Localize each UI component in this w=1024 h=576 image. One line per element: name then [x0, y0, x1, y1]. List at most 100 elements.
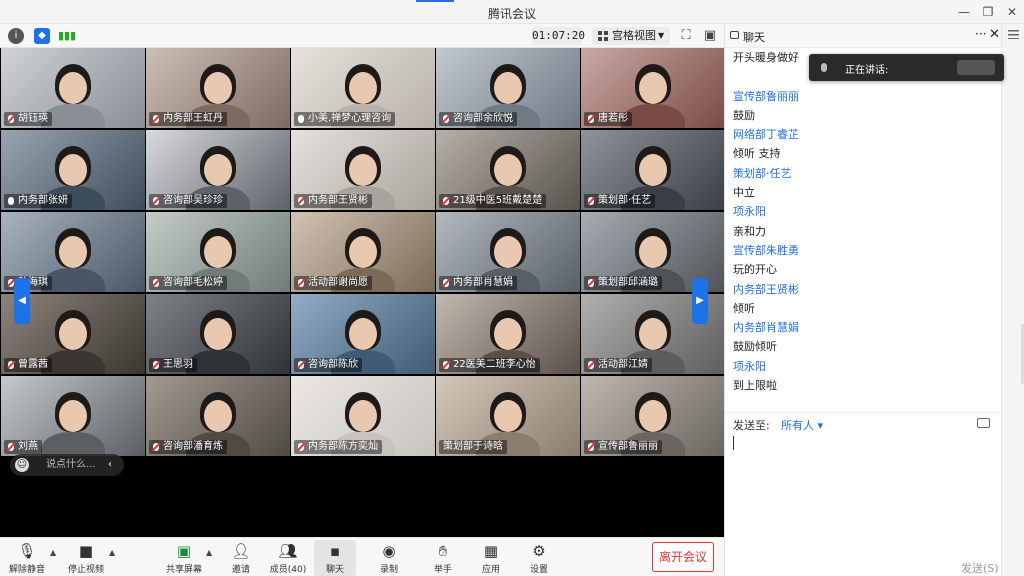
share-options-chevron-icon[interactable]: ▲ — [206, 548, 212, 557]
menu-icon[interactable] — [1008, 30, 1019, 39]
network-signal-icon[interactable]: ▮▮▮ — [58, 28, 76, 44]
close-chat-icon[interactable]: ✕ — [989, 27, 1000, 42]
hand-icon: ✋︎ — [438, 542, 448, 560]
more-options-icon[interactable]: ··· — [975, 27, 986, 41]
members-icon: 👥︎ — [278, 542, 298, 560]
participant-tile[interactable]: 22医美二班李心怡 — [436, 294, 580, 374]
participant-face — [204, 400, 232, 432]
previous-page-button[interactable]: ◀ — [14, 278, 30, 324]
chat-sender-name: 宣传部朱胜勇 — [733, 243, 799, 257]
participant-tile[interactable]: 21级中医5班戴楚楚 — [436, 130, 580, 210]
participant-tile[interactable]: 王思羽 — [146, 294, 290, 374]
participant-name-text: 胡钰瑛 — [18, 113, 48, 124]
bottom-toolbar: 🎙︎ 解除静音 ▲ ■ 停止视频 ▲ ▣ 共享屏幕 ▲ 👤︎ 邀请 👥︎ 成员(… — [0, 537, 724, 576]
participant-tile[interactable]: 咨询部陈欣 — [291, 294, 435, 374]
restore-icon[interactable]: ❐ — [978, 3, 998, 21]
record-button[interactable]: ◉ 录制 — [372, 540, 406, 576]
settings-button[interactable]: ⚙︎ 设置 — [522, 540, 556, 576]
participant-name: 咨询部余欣悦 — [439, 112, 517, 126]
participant-name-text: 策划部于诗晗 — [443, 441, 503, 452]
participant-face — [59, 400, 87, 432]
stop-video-label: 停止视频 — [67, 565, 104, 575]
raise-hand-button[interactable]: ✋︎ 举手 — [426, 540, 460, 576]
participant-tile[interactable]: 策划部·任艺 — [581, 130, 725, 210]
mic-muted-icon — [8, 115, 14, 123]
mic-muted-icon — [443, 197, 449, 205]
participant-tile[interactable]: 活动部谢尚愿 — [291, 212, 435, 292]
emoji-icon[interactable]: ☺ — [15, 458, 29, 472]
mic-muted-icon — [153, 197, 159, 205]
invite-button[interactable]: 👤︎ 邀请 — [226, 540, 256, 576]
participant-tile[interactable]: 小美.禅梦心理咨询 — [291, 48, 435, 128]
participant-name: 王思羽 — [149, 358, 197, 372]
participant-tile[interactable]: 咨询部毛松婷 — [146, 212, 290, 292]
send-to-row: 发送至: 所有人 ▾ — [725, 412, 1001, 436]
grid-view-icon — [598, 31, 608, 41]
mic-muted-icon — [588, 279, 594, 287]
mic-icon — [8, 197, 14, 205]
participant-name-text: 22医美二班李心怡 — [453, 359, 536, 370]
share-screen-button[interactable]: ▣ 共享屏幕 — [162, 540, 206, 576]
participant-name: 策划部于诗晗 — [439, 440, 507, 454]
participant-tile[interactable]: 内务部肖慧娟 — [436, 212, 580, 292]
text-cursor — [733, 436, 734, 450]
leave-meeting-button[interactable]: 离开会议 — [652, 542, 714, 572]
mic-muted-icon — [153, 443, 159, 451]
participant-tile[interactable]: 唐若彤 — [581, 48, 725, 128]
view-mode-button[interactable]: 宫格视图 ▼ — [592, 27, 670, 45]
info-icon[interactable]: i — [8, 28, 24, 44]
participant-tile[interactable]: 宣传部鲁丽丽 — [581, 376, 725, 456]
participant-name: 刘燕 — [4, 440, 42, 454]
participant-name: 内务部张妍 — [4, 194, 72, 208]
apps-button[interactable]: ▦ 应用 — [474, 540, 508, 576]
participant-tile[interactable]: 刘燕 — [1, 376, 145, 456]
chat-button[interactable]: ▪︎ 聊天 — [314, 540, 356, 576]
mic-icon — [821, 63, 827, 72]
mic-muted-icon — [443, 115, 449, 123]
stop-video-button[interactable]: ■ 停止视频 — [64, 540, 108, 576]
members-button[interactable]: 👥︎ 成员(40) — [268, 540, 308, 576]
chat-input[interactable] — [731, 436, 997, 546]
send-to-dropdown[interactable]: 所有人 ▾ — [781, 417, 823, 433]
title-accent — [416, 0, 454, 2]
meeting-timer: 01:07:20 — [532, 27, 585, 45]
mic-muted-icon — [153, 115, 159, 123]
minimize-icon[interactable]: — — [954, 3, 974, 21]
chat-message-text: 到上限啦 — [733, 379, 777, 393]
participant-face — [639, 236, 667, 268]
participant-name-text: 咨询部余欣悦 — [453, 113, 513, 124]
chevron-down-icon: ▼ — [658, 31, 665, 40]
participant-tile[interactable]: 内务部陈方奕灿 — [291, 376, 435, 456]
file-folder-icon[interactable] — [977, 418, 990, 428]
security-shield-icon[interactable]: ◆ — [34, 28, 50, 44]
unmute-button[interactable]: 🎙︎ 解除静音 — [6, 540, 48, 576]
participant-tile[interactable]: 咨询部吴珍珍 — [146, 130, 290, 210]
participant-face — [494, 154, 522, 186]
audio-options-chevron-icon[interactable]: ▲ — [50, 548, 56, 557]
close-window-icon[interactable]: ✕ — [1002, 3, 1022, 21]
video-options-chevron-icon[interactable]: ▲ — [109, 548, 115, 557]
participant-face — [494, 400, 522, 432]
participant-tile[interactable]: 内务部王贤彬 — [291, 130, 435, 210]
participant-tile[interactable]: 胡钰瑛 — [1, 48, 145, 128]
participant-face — [349, 318, 377, 350]
quick-chat-bar[interactable]: ☺ 说点什么... ‹ — [10, 454, 124, 476]
participant-tile[interactable]: 内务部张妍 — [1, 130, 145, 210]
participant-tile[interactable]: 咨询部潘育炼 — [146, 376, 290, 456]
mic-muted-icon — [443, 361, 449, 369]
chat-message-text: 玩的开心 — [733, 263, 777, 277]
fullscreen-icon[interactable]: ⛶ — [678, 28, 694, 44]
participant-name: 咨询部潘育炼 — [149, 440, 227, 454]
participant-name-text: 宣传部鲁丽丽 — [598, 441, 658, 452]
speaker-avatar-blur — [957, 60, 995, 75]
participant-tile[interactable]: 策划部于诗晗 — [436, 376, 580, 456]
send-button[interactable]: 发送(S) — [961, 560, 999, 576]
members-label: 成员(40) — [269, 565, 307, 575]
participant-tile[interactable]: 内务部王虹丹 — [146, 48, 290, 128]
sidebar-toggle-icon[interactable]: ▣ — [702, 28, 718, 44]
participant-tile[interactable]: 咨询部余欣悦 — [436, 48, 580, 128]
add-person-icon: 👤︎ — [231, 542, 251, 560]
participant-face — [59, 154, 87, 186]
next-page-button[interactable]: ▶ — [692, 278, 708, 324]
collapse-chevron-icon[interactable]: ‹ — [108, 454, 112, 476]
